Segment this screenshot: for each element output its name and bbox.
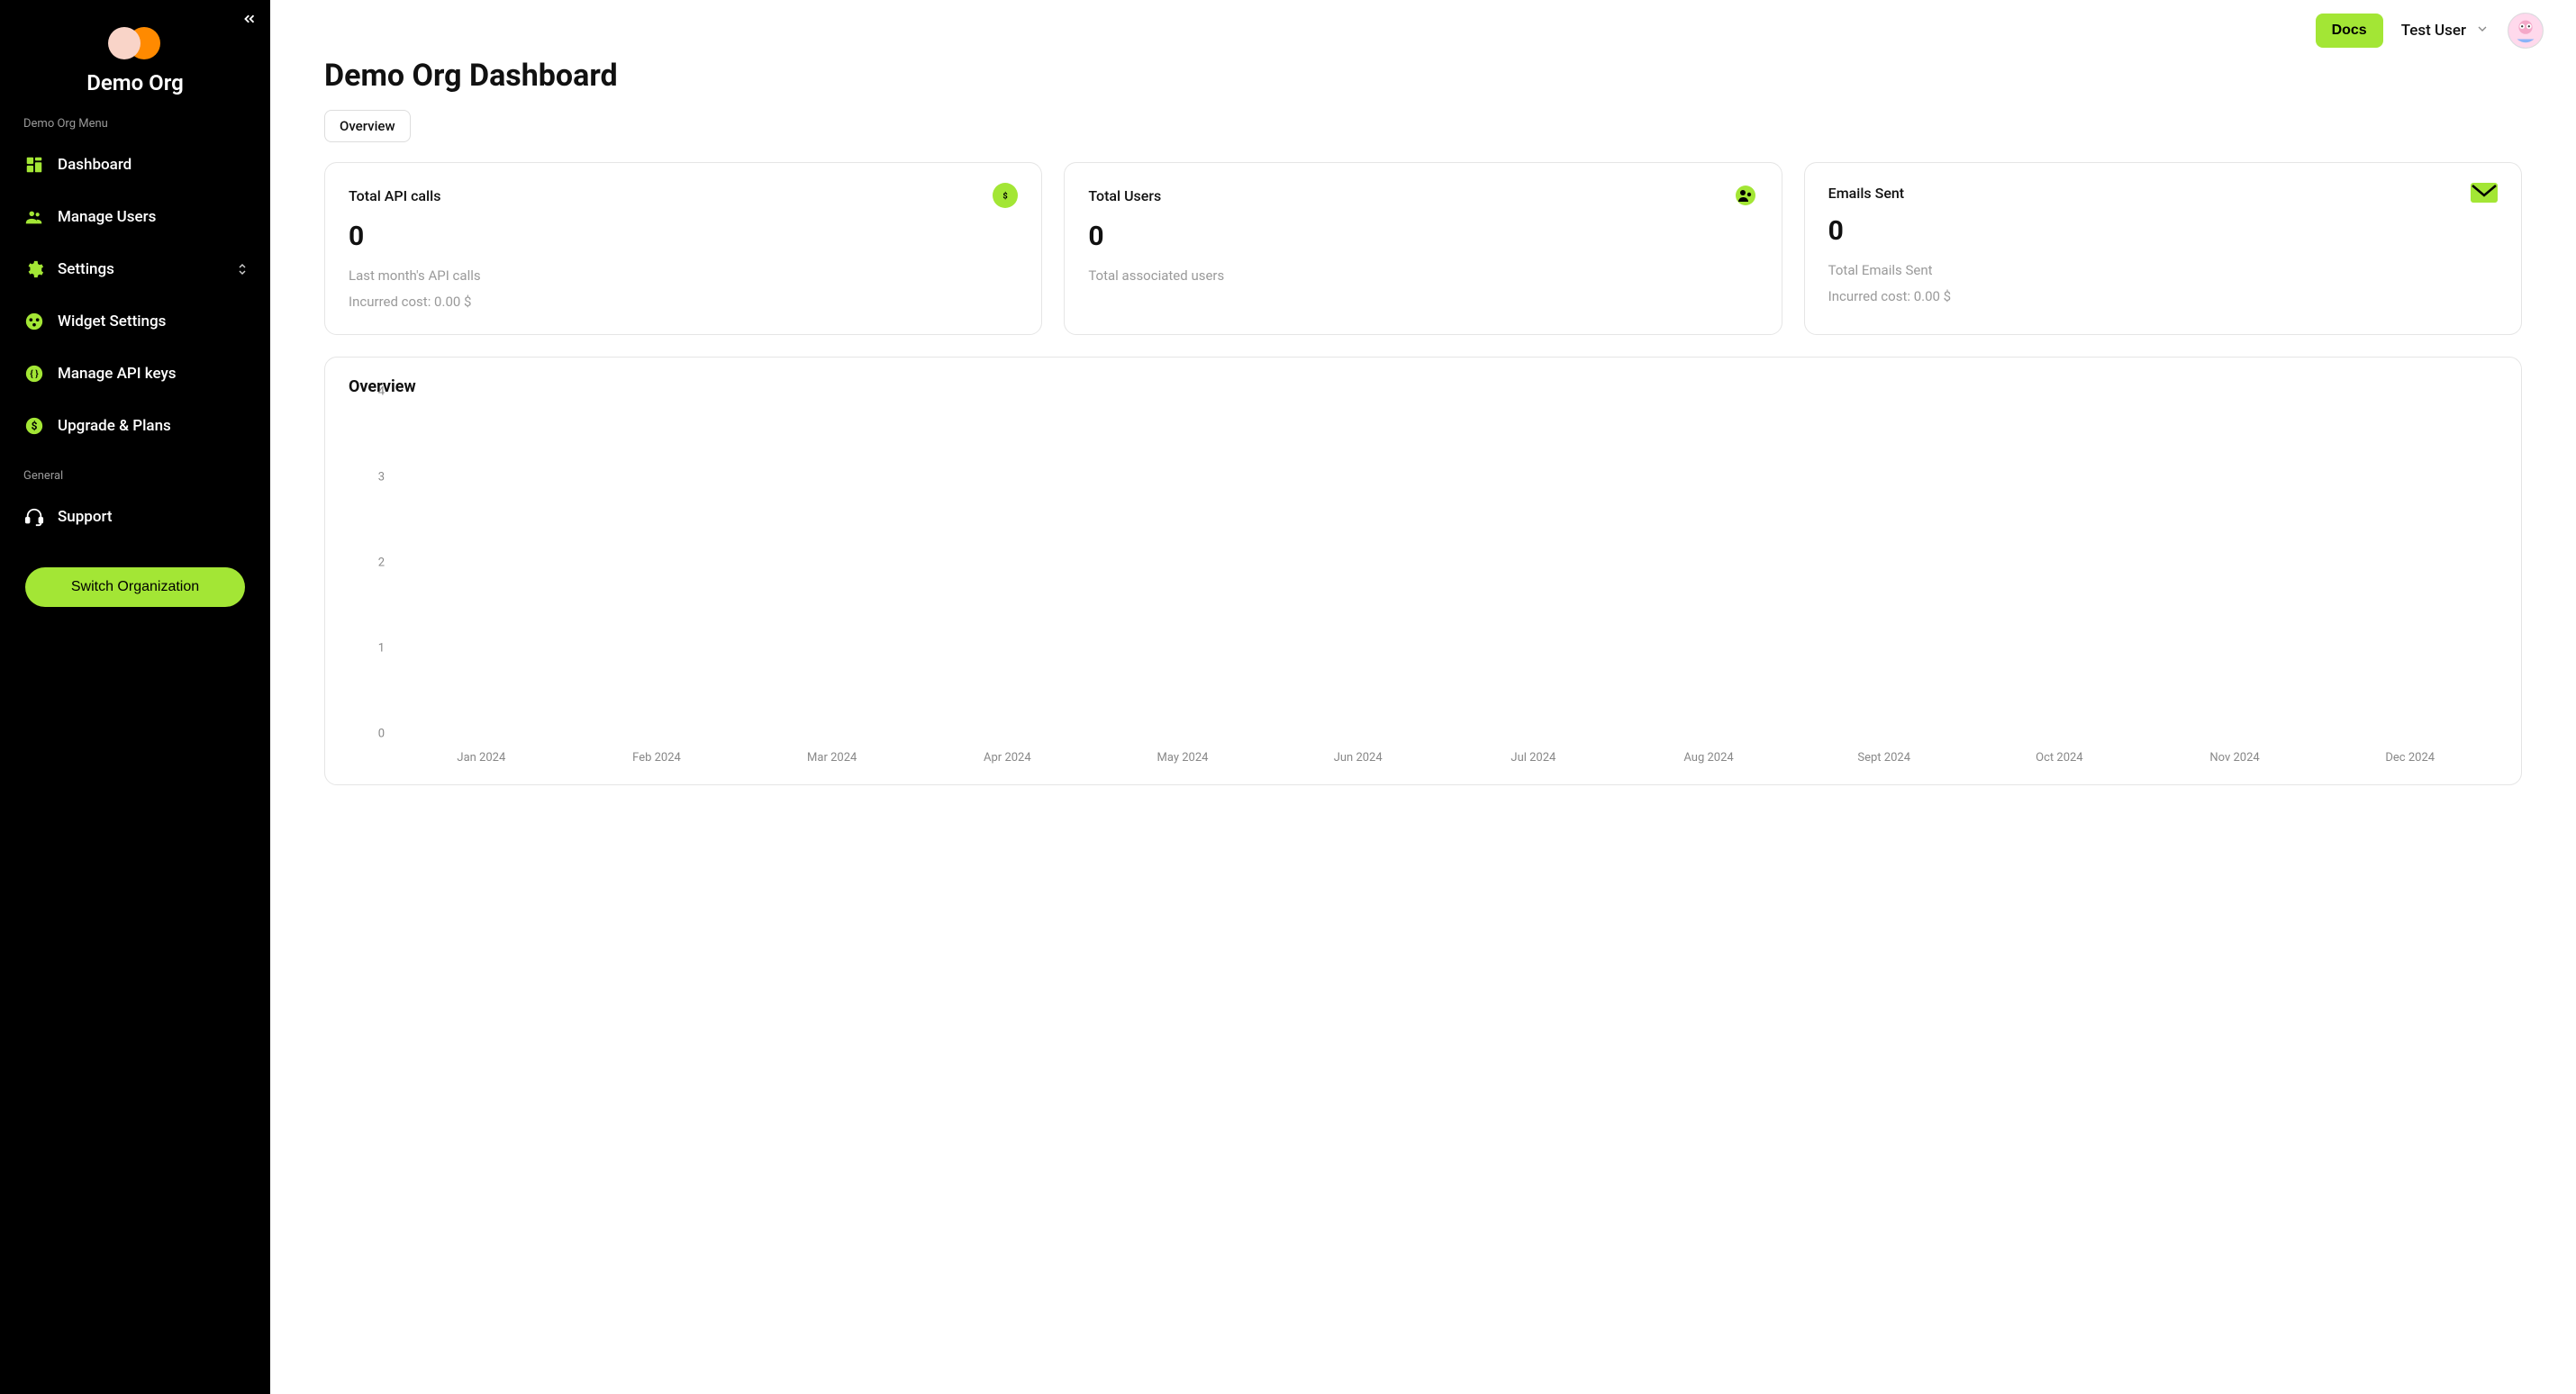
card-value: 0 bbox=[1088, 221, 1757, 252]
chart-y-tick: 4 bbox=[378, 385, 385, 399]
users-badge-icon bbox=[1733, 183, 1758, 208]
chart-x-tick: Mar 2024 bbox=[744, 751, 920, 765]
sidebar-item-api-keys[interactable]: { } Manage API keys bbox=[13, 350, 258, 397]
chart-y-tick: 1 bbox=[378, 642, 385, 656]
card-subtext: Incurred cost: 0.00 $ bbox=[1828, 284, 2498, 310]
headset-icon bbox=[23, 506, 45, 528]
org-name: Demo Org bbox=[86, 70, 184, 95]
docs-button[interactable]: Docs bbox=[2316, 14, 2383, 48]
chart-y-tick: 2 bbox=[378, 557, 385, 570]
user-name: Test User bbox=[2401, 22, 2466, 40]
sidebar-item-settings[interactable]: Settings bbox=[13, 246, 258, 293]
dollar-icon: $ bbox=[23, 415, 45, 437]
sidebar-item-label: Widget Settings bbox=[58, 312, 166, 330]
card-title: Total API calls bbox=[349, 187, 440, 204]
chart-x-tick: Jan 2024 bbox=[394, 751, 569, 765]
switch-organization-button[interactable]: Switch Organization bbox=[25, 567, 245, 607]
chart-x-tick: Aug 2024 bbox=[1621, 751, 1797, 765]
tabs: Overview bbox=[324, 110, 2522, 142]
mail-icon bbox=[2471, 183, 2498, 203]
chart-title: Overview bbox=[349, 377, 2498, 396]
card-subtext: Last month's API calls bbox=[349, 263, 1018, 289]
main-content: Docs Test User Demo Org Dashboard Overvi… bbox=[270, 0, 2576, 1394]
users-icon bbox=[23, 206, 45, 228]
org-logo-block: Demo Org bbox=[0, 27, 270, 95]
chart-area: 01234 bbox=[349, 405, 2498, 747]
card-subtext: Total Emails Sent bbox=[1828, 258, 2498, 284]
gear-icon bbox=[23, 258, 45, 280]
chevron-double-left-icon bbox=[241, 11, 258, 27]
chart-x-tick: May 2024 bbox=[1095, 751, 1271, 765]
sidebar-nav: Dashboard Manage Users Settings Widget S… bbox=[0, 136, 270, 460]
stat-cards: Total API calls $ 0 Last month's API cal… bbox=[324, 162, 2522, 335]
sidebar-item-support[interactable]: Support bbox=[13, 493, 258, 540]
card-value: 0 bbox=[1828, 215, 2498, 247]
org-logo-icon bbox=[108, 27, 162, 61]
menu-section-label: Demo Org Menu bbox=[0, 108, 270, 136]
sidebar-item-widget-settings[interactable]: Widget Settings bbox=[13, 298, 258, 345]
chart-plot-area bbox=[394, 405, 2498, 747]
sidebar: Demo Org Demo Org Menu Dashboard Manage … bbox=[0, 0, 270, 1394]
svg-text:{ }: { } bbox=[30, 369, 39, 380]
tab-overview[interactable]: Overview bbox=[324, 110, 411, 142]
card-emails-sent: Emails Sent 0 Total Emails Sent Incurred… bbox=[1804, 162, 2522, 335]
sidebar-item-dashboard[interactable]: Dashboard bbox=[13, 141, 258, 188]
chart-x-tick: Feb 2024 bbox=[569, 751, 745, 765]
sidebar-item-label: Dashboard bbox=[58, 156, 132, 174]
chart-x-tick: Nov 2024 bbox=[2147, 751, 2323, 765]
chart-x-tick: Jul 2024 bbox=[1446, 751, 1621, 765]
page-title: Demo Org Dashboard bbox=[324, 58, 2522, 94]
chart-panel: Overview 01234 Jan 2024Feb 2024Mar 2024A… bbox=[324, 357, 2522, 785]
card-subtext: Incurred cost: 0.00 $ bbox=[349, 289, 1018, 315]
svg-text:$: $ bbox=[1003, 192, 1008, 202]
sidebar-nav-general: Support bbox=[0, 488, 270, 551]
sidebar-item-manage-users[interactable]: Manage Users bbox=[13, 194, 258, 240]
sidebar-item-label: Upgrade & Plans bbox=[58, 417, 171, 435]
sidebar-item-label: Settings bbox=[58, 260, 114, 278]
chart-x-tick: Dec 2024 bbox=[2322, 751, 2498, 765]
dollar-circle-icon: $ bbox=[993, 183, 1018, 208]
widget-icon bbox=[23, 311, 45, 332]
avatar[interactable] bbox=[2508, 13, 2544, 49]
sidebar-item-label: Manage API keys bbox=[58, 365, 177, 383]
svg-text:$: $ bbox=[32, 420, 38, 432]
chevron-updown-icon bbox=[238, 263, 247, 276]
chart-x-tick: Jun 2024 bbox=[1270, 751, 1446, 765]
sidebar-item-upgrade-plans[interactable]: $ Upgrade & Plans bbox=[13, 403, 258, 449]
chart-x-tick: Apr 2024 bbox=[920, 751, 1095, 765]
sidebar-item-label: Manage Users bbox=[58, 208, 156, 226]
card-title: Total Users bbox=[1088, 187, 1161, 204]
card-title: Emails Sent bbox=[1828, 185, 1904, 202]
chart-y-tick: 0 bbox=[378, 728, 385, 741]
card-subtext: Total associated users bbox=[1088, 263, 1757, 289]
sidebar-item-label: Support bbox=[58, 508, 113, 526]
chart-x-tick: Oct 2024 bbox=[1972, 751, 2147, 765]
api-icon: { } bbox=[23, 363, 45, 385]
collapse-sidebar-button[interactable] bbox=[241, 11, 258, 32]
chart-y-tick: 3 bbox=[378, 471, 385, 484]
card-api-calls: Total API calls $ 0 Last month's API cal… bbox=[324, 162, 1042, 335]
chart-y-axis: 01234 bbox=[349, 405, 394, 747]
general-section-label: General bbox=[0, 460, 270, 488]
card-total-users: Total Users 0 Total associated users bbox=[1064, 162, 1782, 335]
chevron-down-icon bbox=[2475, 22, 2490, 41]
dashboard-icon bbox=[23, 154, 45, 176]
topbar: Docs Test User bbox=[270, 0, 2576, 49]
card-value: 0 bbox=[349, 221, 1018, 252]
chart-x-tick: Sept 2024 bbox=[1796, 751, 1972, 765]
user-menu[interactable]: Test User bbox=[2401, 22, 2490, 41]
chart-x-axis: Jan 2024Feb 2024Mar 2024Apr 2024May 2024… bbox=[394, 751, 2498, 765]
